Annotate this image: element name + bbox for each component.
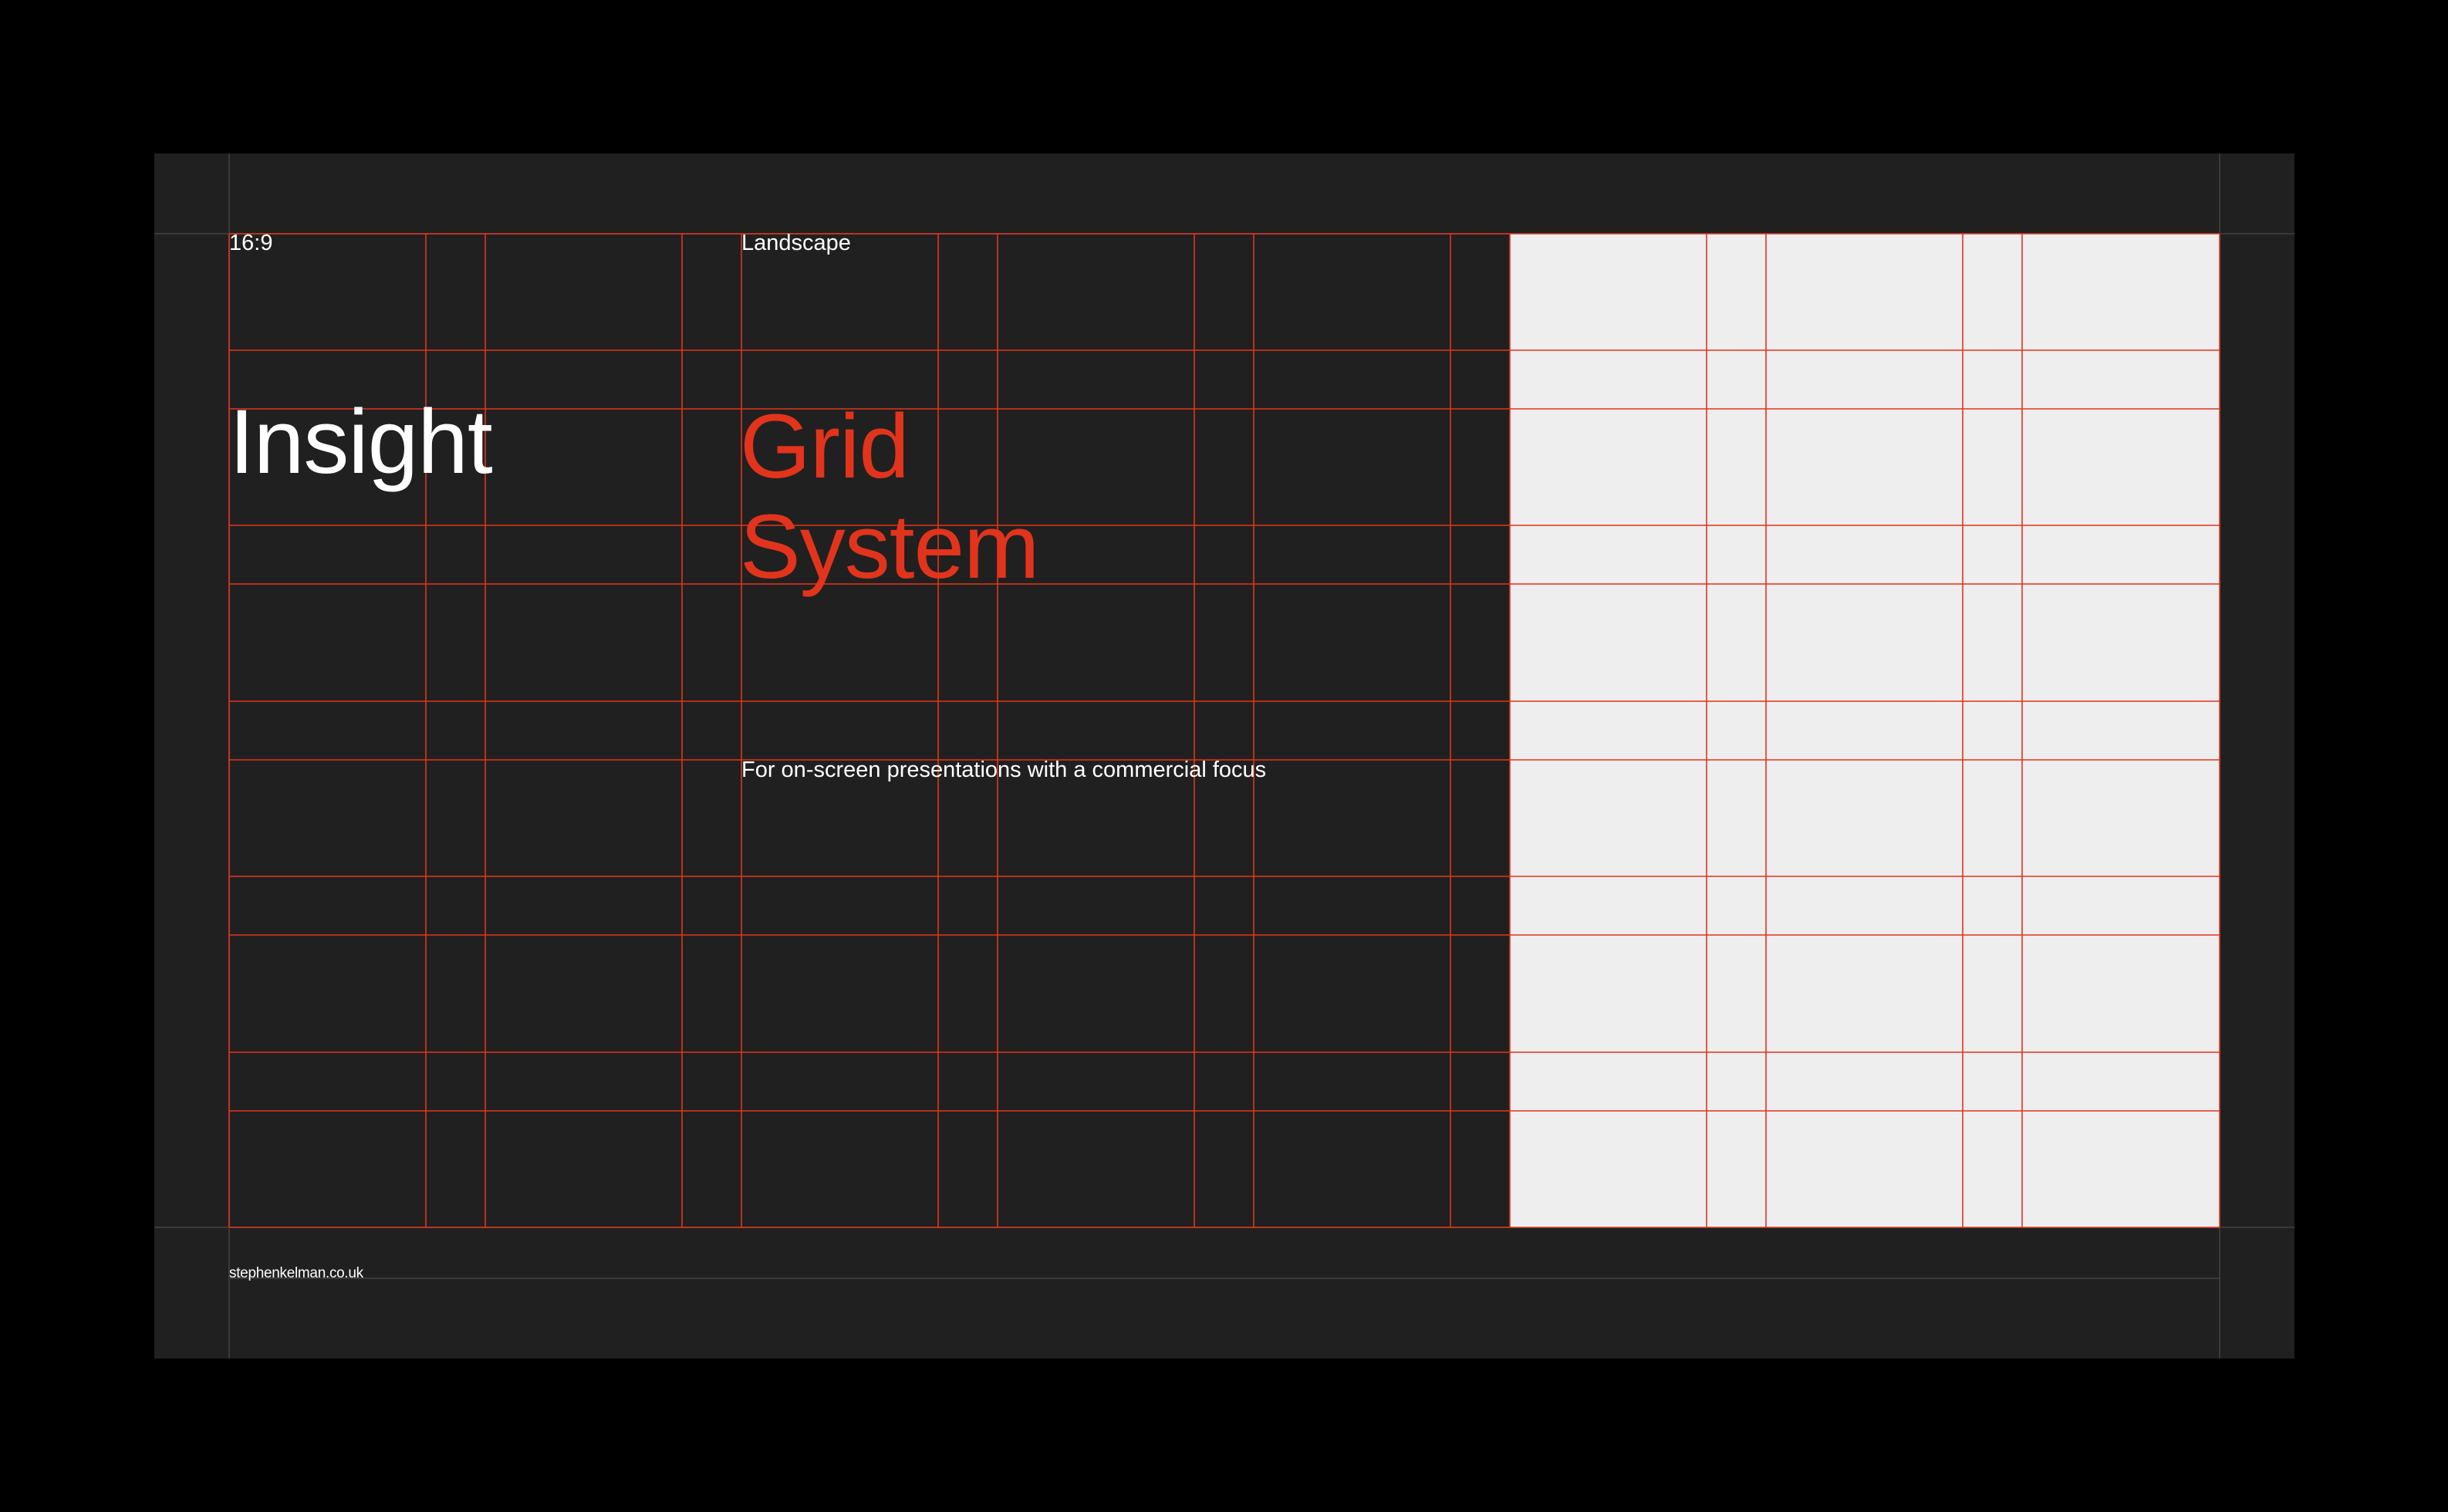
aspect-ratio-label: 16:9	[229, 231, 273, 255]
brand-title: Insight	[229, 391, 493, 493]
slide-title-line-2: System	[740, 496, 1039, 598]
website-link[interactable]: stephenkelman.co.uk	[229, 1266, 363, 1281]
canvas: 16:9 Landscape Insight Grid System For o…	[0, 0, 2448, 1512]
slide-subtitle: For on-screen presentations with a comme…	[741, 758, 1267, 782]
slide-title: Grid System	[740, 396, 1039, 598]
light-panel	[1510, 234, 2220, 1227]
grid-overlay	[154, 154, 2294, 1358]
orientation-label: Landscape	[741, 231, 851, 255]
slide: 16:9 Landscape Insight Grid System For o…	[154, 154, 2294, 1358]
slide-title-line-1: Grid	[740, 396, 910, 498]
